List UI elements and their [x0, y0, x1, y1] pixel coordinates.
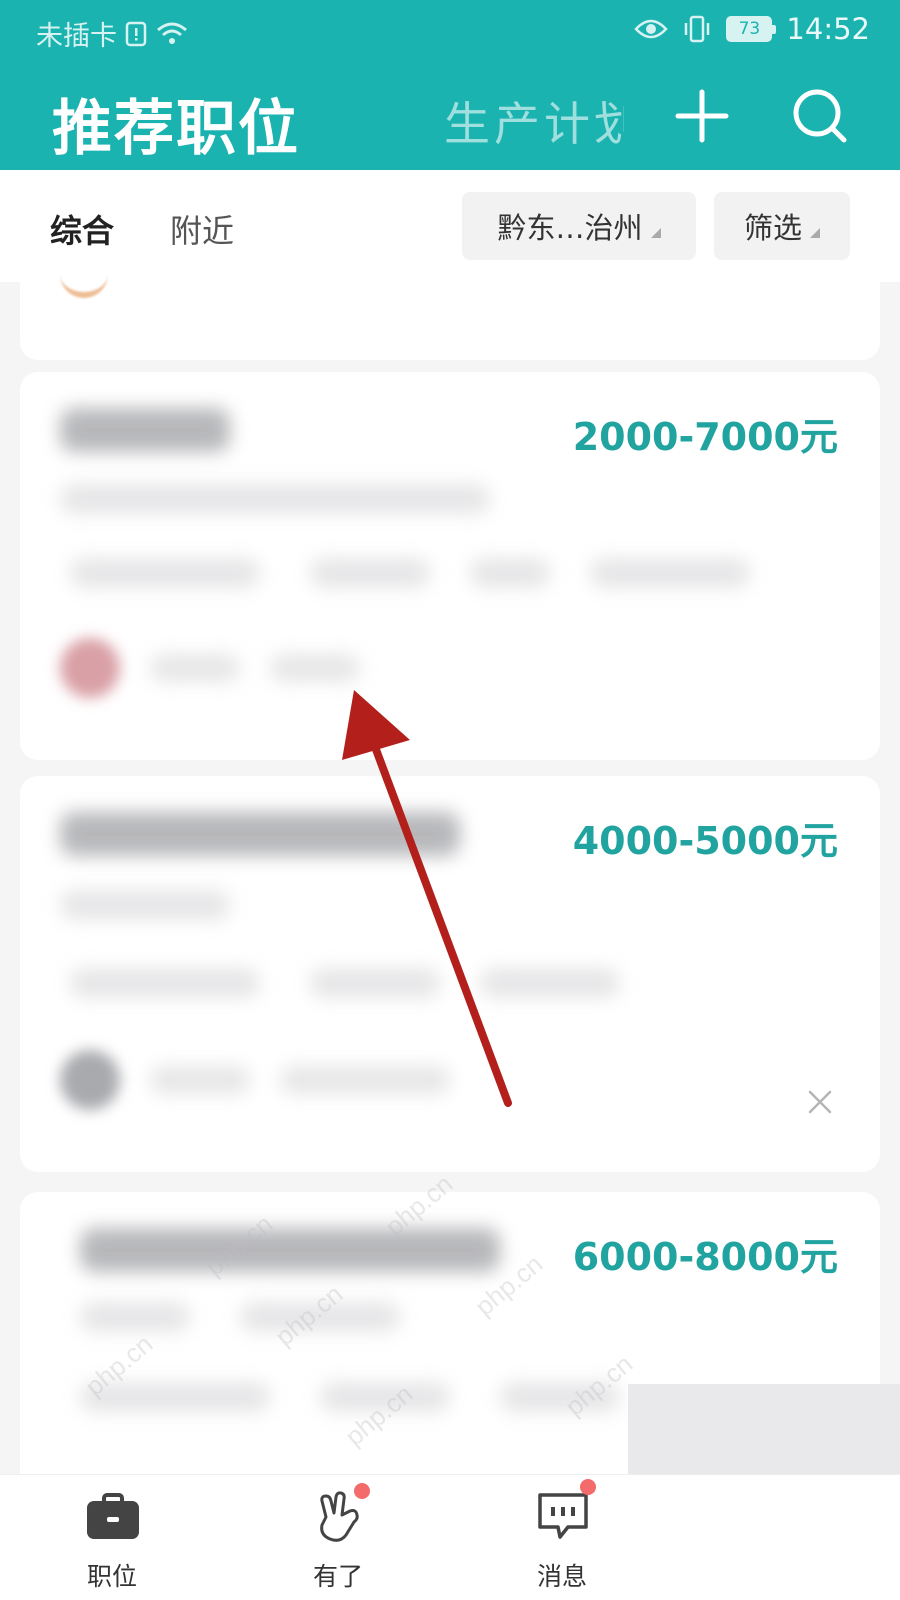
notification-badge — [354, 1483, 370, 1499]
job-tag-blurred — [70, 558, 260, 588]
job-title-blurred — [80, 1228, 500, 1272]
dropdown-triangle-icon — [810, 228, 820, 238]
job-card[interactable]: 2000-7000元 — [20, 372, 880, 760]
page-title: 推荐职位 — [52, 94, 300, 164]
company-logo — [60, 272, 108, 298]
filter-dropdown[interactable]: 筛选 — [714, 192, 850, 260]
region-dropdown[interactable]: 黔东…治州 — [462, 192, 696, 260]
status-bar: 未插卡 73 14:52 — [0, 0, 900, 64]
job-tag-blurred — [480, 968, 620, 998]
dropdown-triangle-icon — [650, 228, 661, 238]
nav-jobs[interactable]: 职位 — [42, 1475, 182, 1600]
nav-youle-label: 有了 — [312, 1562, 363, 1591]
recruiter-title-blurred — [280, 1066, 450, 1094]
recruiter-avatar — [60, 1050, 120, 1110]
job-subtitle-blurred — [80, 1302, 190, 1332]
clock-text: 14:52 — [786, 12, 870, 46]
job-tag-blurred — [310, 558, 430, 588]
carrier-text: 未插卡 — [36, 21, 117, 52]
nav-youle[interactable]: 有了 — [268, 1475, 408, 1600]
job-tag-blurred — [320, 1382, 450, 1412]
close-icon[interactable] — [806, 1088, 834, 1116]
bottom-nav: 职位 有了 消息 — [0, 1474, 900, 1600]
job-title-blurred — [60, 408, 230, 452]
sim-alert-icon — [125, 21, 147, 46]
job-tag-blurred — [500, 1382, 620, 1412]
sort-comprehensive-tab[interactable]: 综合 — [50, 206, 114, 252]
recruiter-name-blurred — [150, 1066, 250, 1094]
plus-icon[interactable] — [670, 84, 734, 148]
recruiter-avatar — [60, 638, 120, 698]
nav-messages[interactable]: 消息 — [492, 1475, 632, 1600]
briefcase-icon — [87, 1493, 139, 1539]
chat-bubble-icon — [538, 1493, 588, 1539]
search-icon[interactable] — [788, 84, 852, 148]
job-salary: 6000-8000元 — [572, 1235, 838, 1279]
job-salary: 2000-7000元 — [572, 415, 838, 459]
job-subtitle-blurred — [240, 1302, 400, 1332]
region-dropdown-label: 黔东…治州 — [497, 211, 643, 245]
job-subtitle-blurred — [60, 484, 490, 514]
filter-dropdown-label: 筛选 — [743, 211, 802, 245]
recruiter-name-blurred — [150, 654, 240, 682]
sort-nearby-tab[interactable]: 附近 — [170, 206, 234, 252]
job-tag-blurred — [70, 968, 260, 998]
job-tag-blurred — [80, 1382, 270, 1412]
app-header: 未插卡 73 14:52 推荐职位 生产计划 — [0, 0, 900, 170]
job-salary: 4000-5000元 — [572, 819, 838, 863]
job-card-partial[interactable] — [20, 282, 880, 360]
job-title-blurred — [60, 812, 460, 856]
filter-bar: 综合 附近 黔东…治州 筛选 — [0, 170, 900, 282]
tab-production-plan[interactable]: 生产计划 — [444, 88, 624, 154]
job-tag-blurred — [470, 558, 550, 588]
notification-badge — [580, 1479, 596, 1495]
job-tag-blurred — [590, 558, 750, 588]
nav-jobs-label: 职位 — [86, 1562, 137, 1591]
job-card[interactable]: 4000-5000元 — [20, 776, 880, 1172]
vibrate-icon — [685, 15, 710, 43]
recruiter-title-blurred — [270, 654, 360, 682]
job-tag-blurred — [310, 968, 440, 998]
job-subtitle-blurred — [60, 890, 230, 920]
nav-messages-label: 消息 — [536, 1562, 587, 1591]
battery-icon: 73 — [726, 16, 777, 42]
wifi-icon — [157, 22, 187, 44]
eye-comfort-icon — [634, 19, 669, 39]
